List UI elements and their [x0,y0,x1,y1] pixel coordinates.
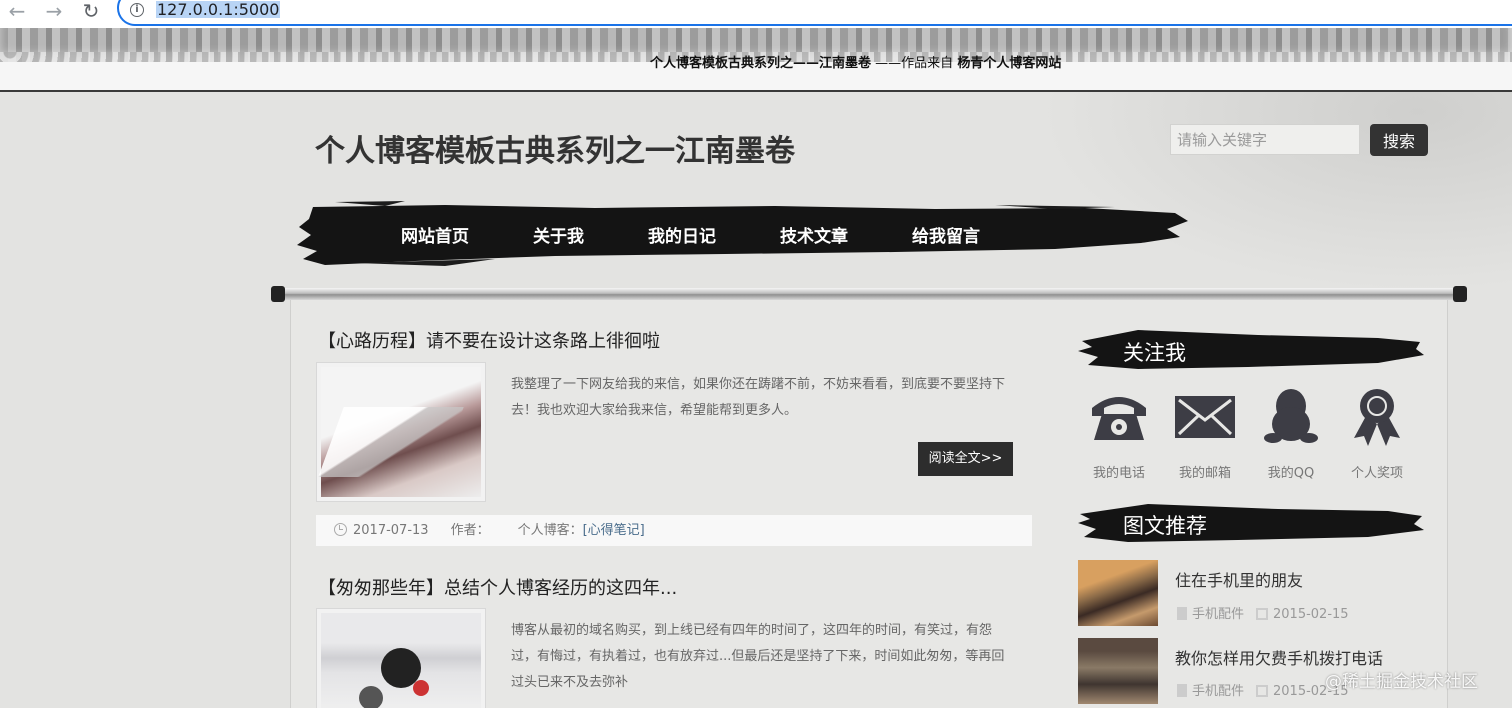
recommend-title[interactable]: 住在手机里的朋友 [1175,567,1303,591]
main-nav: 网站首页 关于我 我的日记 技术文章 给我留言 [295,199,1195,267]
credit-title: 个人博客模板古典系列之——江南墨卷 [650,56,872,71]
article-title[interactable]: 【心路历程】请不要在设计这条路上徘徊啦 [318,327,660,353]
article-thumbnail[interactable] [316,362,486,502]
calendar-icon [1256,685,1269,697]
watermark: @稀土掘金技术社区 [1325,672,1478,692]
laptop-image [321,367,481,497]
address-bar[interactable]: i 127.0.0.1:5000 [117,0,1512,26]
clock-icon [334,523,347,536]
article-author: 作者： [450,523,490,538]
contact-phone[interactable]: 我的电话 [1079,386,1159,481]
reload-icon[interactable]: ↻ [79,0,103,24]
article-category-label: 个人博客： [517,523,583,538]
arrow-left-icon[interactable]: ← [5,0,29,24]
recommend-meta: 手机配件 2015-02-15 [1177,603,1349,622]
site-credit: 个人博客模板古典系列之——江南墨卷 ——作品来自 杨青个人博客网站 [650,52,1061,71]
phone-icon [1092,397,1146,440]
recommend-thumbnail[interactable] [1078,560,1158,626]
contact-awards[interactable]: 个人奖项 [1337,386,1417,481]
nav-guestbook[interactable]: 给我留言 [912,222,980,247]
follow-heading: 关注我 [1078,327,1424,373]
search-input[interactable] [1170,124,1360,155]
credit-site-link[interactable]: 杨青个人博客网站 [957,56,1061,71]
article-meta: 2017-07-13 作者： 个人博客：[心得笔记] [316,515,1032,546]
recommend-meta: 手机配件 2015-02-15 [1177,680,1349,699]
nav-tech-articles[interactable]: 技术文章 [780,222,848,247]
article-excerpt: 我整理了一下网友给我的来信，如果你还在踌躇不前，不妨来看看，到底要不要坚持下去！… [511,377,1006,418]
bookmark-icon [1177,607,1187,620]
contact-label: 个人奖项 [1350,466,1403,481]
recommend-category[interactable]: 手机配件 [1192,684,1244,699]
browser-toolbar: ← → ↻ i 127.0.0.1:5000 [0,0,1512,28]
recommend-date: 2015-02-15 [1273,607,1349,622]
article-thumbnail[interactable] [316,608,486,708]
recommend-heading: 图文推荐 [1078,500,1424,546]
contact-qq[interactable]: 我的QQ [1251,386,1331,481]
read-more-button[interactable]: 阅读全文>> [918,442,1013,476]
follow-heading-text: 关注我 [1123,341,1186,365]
site-title: 个人博客模板古典系列之一江南墨卷 [315,134,795,169]
top-banner: 个人博客模板古典系列之——江南墨卷 ——作品来自 杨青个人博客网站 [0,28,1512,92]
article-category-link[interactable]: [心得笔记] [583,523,645,538]
contact-label: 我的QQ [1267,466,1315,481]
contact-label: 我的电话 [1092,466,1145,481]
nav-about[interactable]: 关于我 [533,222,584,247]
contact-label: 我的邮箱 [1178,466,1231,481]
nav-diary[interactable]: 我的日记 [648,222,716,247]
ink-painting-image [321,613,481,708]
article-title[interactable]: 【匆匆那些年】总结个人博客经历的这四年... [318,574,677,600]
nav-home[interactable]: 网站首页 [401,222,469,247]
recommend-thumbnail[interactable] [1078,638,1158,704]
info-icon[interactable]: i [130,3,144,17]
url-text[interactable]: 127.0.0.1:5000 [156,1,281,18]
bookmark-icon [1177,684,1187,697]
credit-from: ——作品来自 [875,56,954,71]
contact-email[interactable]: 我的邮箱 [1165,386,1245,481]
qq-penguin-icon [1264,389,1318,443]
search-button[interactable]: 搜索 [1370,124,1428,156]
arrow-right-icon[interactable]: → [42,0,66,24]
mail-icon [1175,396,1235,438]
scroll-rod-decoration [271,286,1467,302]
article-excerpt: 博客从最初的域名购买，到上线已经有四年的时间了，这四年的时间，有笑过，有怨过，有… [511,623,1005,690]
recommend-title[interactable]: 教你怎样用欠费手机拨打电话 [1175,645,1383,669]
article-date: 2017-07-13 [353,523,429,538]
award-ribbon-icon [1354,389,1400,446]
recommend-category[interactable]: 手机配件 [1192,607,1244,622]
recommend-heading-text: 图文推荐 [1123,514,1207,538]
calendar-icon [1256,608,1269,620]
